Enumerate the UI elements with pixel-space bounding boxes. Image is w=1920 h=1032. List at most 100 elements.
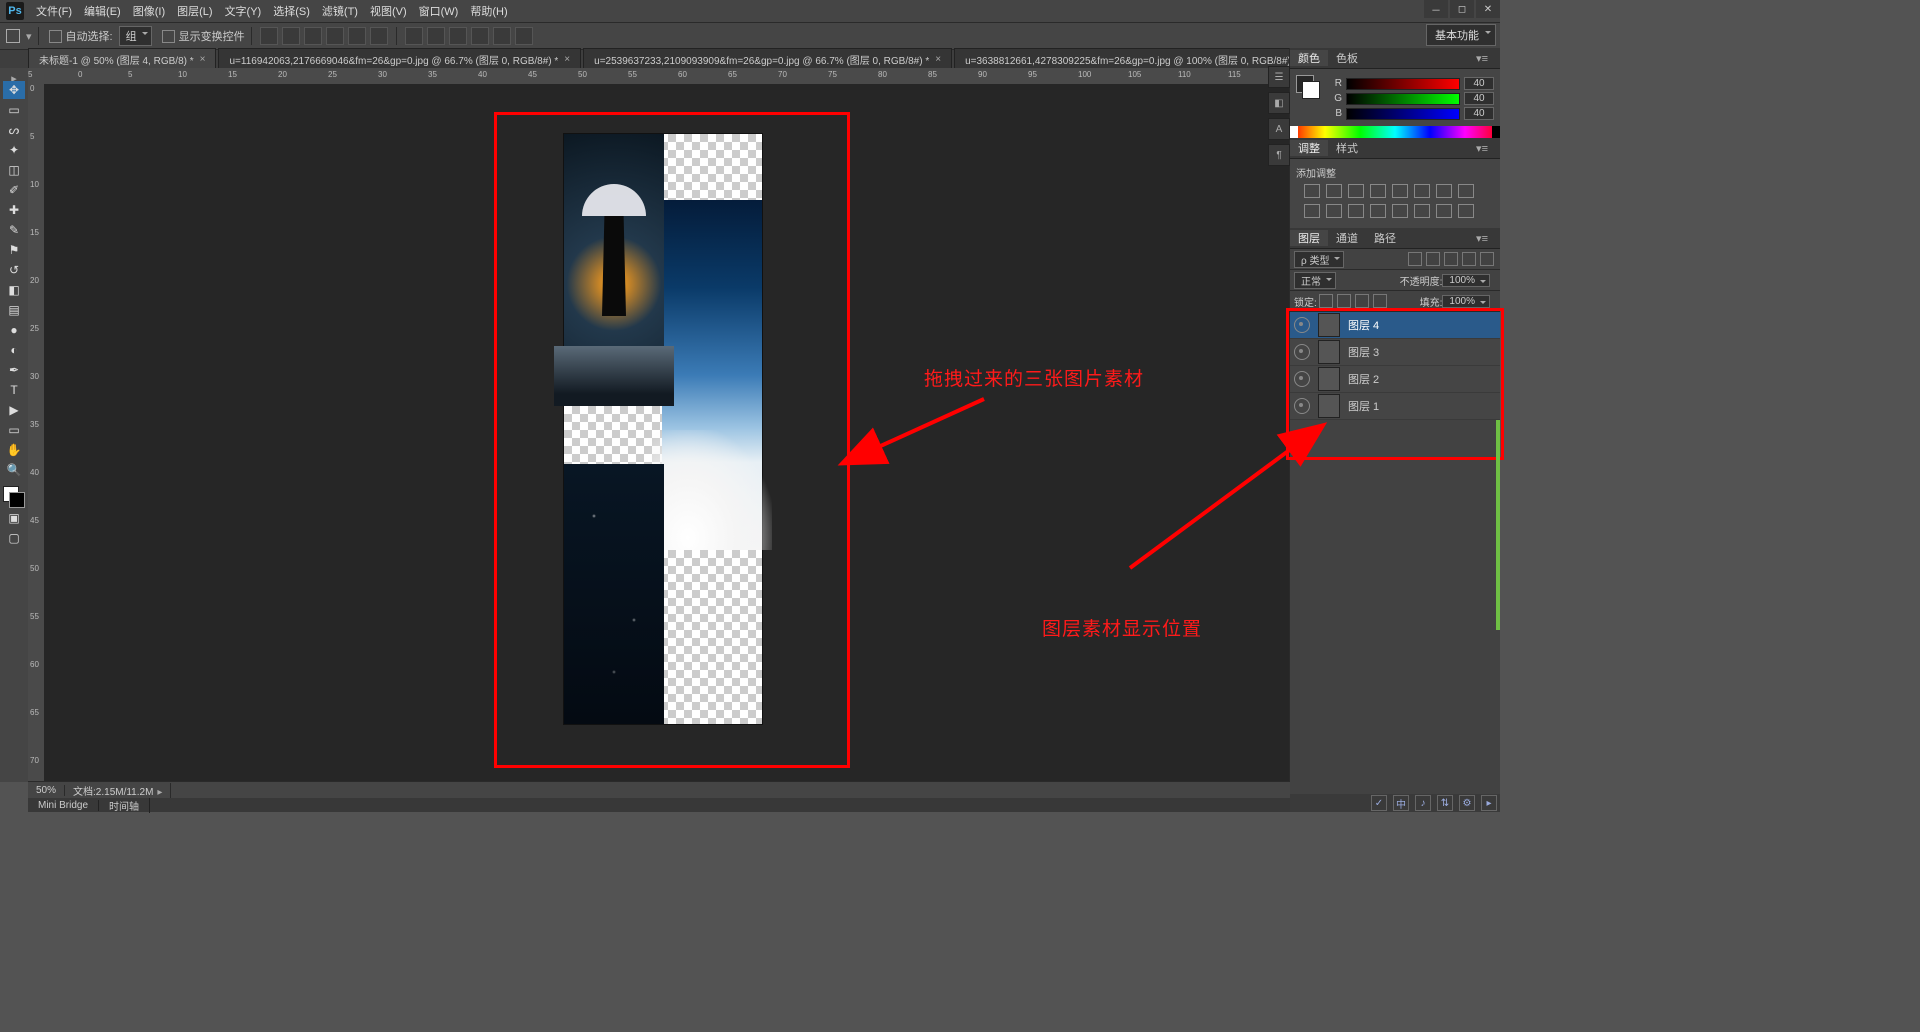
tray-icon[interactable]: ⚙ <box>1459 795 1475 811</box>
menu-edit[interactable]: 编辑(E) <box>78 3 127 19</box>
distribute-icon[interactable] <box>471 27 489 45</box>
adjust-icon[interactable] <box>1414 184 1430 198</box>
dodge-tool-icon[interactable]: ◐ <box>3 341 25 359</box>
align-icon[interactable] <box>304 27 322 45</box>
menu-select[interactable]: 选择(S) <box>267 3 316 19</box>
lock-icon[interactable] <box>1373 294 1387 308</box>
shape-tool-icon[interactable]: ▭ <box>3 421 25 439</box>
b-slider[interactable] <box>1346 108 1460 120</box>
adjust-icon[interactable] <box>1370 184 1386 198</box>
opacity-value[interactable]: 100% <box>1442 274 1490 287</box>
wand-tool-icon[interactable]: ✦ <box>3 141 25 159</box>
tray-icon[interactable]: ⇅ <box>1437 795 1453 811</box>
document-tab[interactable]: u=116942063,2176669046&fm=26&gp=0.jpg @ … <box>218 48 581 70</box>
adjust-icon[interactable] <box>1392 184 1408 198</box>
screenmode-icon[interactable]: ▢ <box>3 529 25 547</box>
stamp-tool-icon[interactable]: ⚑ <box>3 241 25 259</box>
tab-timeline[interactable]: 时间轴 <box>99 798 150 813</box>
close-icon[interactable]: × <box>935 54 941 65</box>
window-minimize-icon[interactable]: － <box>1424 0 1448 18</box>
adjust-icon[interactable] <box>1414 204 1430 218</box>
marquee-tool-icon[interactable]: ▭ <box>3 101 25 119</box>
distribute-icon[interactable] <box>405 27 423 45</box>
menu-image[interactable]: 图像(I) <box>127 3 171 19</box>
adjust-icon[interactable] <box>1326 204 1342 218</box>
b-value[interactable]: 40 <box>1464 107 1494 120</box>
auto-select-dropdown[interactable]: 组 <box>119 26 152 46</box>
paragraph-panel-icon[interactable]: ¶ <box>1268 144 1290 166</box>
document-size[interactable]: 文档:2.15M/11.2M▸ <box>65 783 171 798</box>
tab-swatches[interactable]: 色板 <box>1328 50 1366 66</box>
lasso-tool-icon[interactable]: ᔕ <box>3 121 25 139</box>
adjust-icon[interactable] <box>1304 184 1320 198</box>
blur-tool-icon[interactable]: ● <box>3 321 25 339</box>
auto-select-checkbox[interactable] <box>49 30 62 43</box>
menu-view[interactable]: 视图(V) <box>364 3 413 19</box>
distribute-icon[interactable] <box>449 27 467 45</box>
adjust-icon[interactable] <box>1326 184 1342 198</box>
type-tool-icon[interactable]: T <box>3 381 25 399</box>
canvas-area[interactable]: 拖拽过来的三张图片素材 图层素材显示位置 <box>44 84 1290 782</box>
document-tab[interactable]: u=2539637233,2109093909&fm=26&gp=0.jpg @… <box>583 48 952 70</box>
filter-icon[interactable] <box>1462 252 1476 266</box>
eraser-tool-icon[interactable]: ◧ <box>3 281 25 299</box>
history-panel-icon[interactable]: ☰ <box>1268 66 1290 88</box>
tray-icon[interactable]: 中 <box>1393 795 1409 811</box>
panel-menu-icon[interactable]: ▾≡ <box>1468 142 1496 155</box>
panel-menu-icon[interactable]: ▾≡ <box>1468 232 1496 245</box>
zoom-level[interactable]: 50% <box>28 785 65 796</box>
lock-icon[interactable] <box>1355 294 1369 308</box>
distribute-icon[interactable] <box>515 27 533 45</box>
menu-type[interactable]: 文字(Y) <box>219 3 268 19</box>
tab-adjust[interactable]: 调整 <box>1290 140 1328 156</box>
tab-styles[interactable]: 样式 <box>1328 140 1366 156</box>
menu-file[interactable]: 文件(F) <box>30 3 78 19</box>
move-tool-icon[interactable]: ✥ <box>3 81 25 99</box>
distribute-icon[interactable] <box>493 27 511 45</box>
filter-icon[interactable] <box>1480 252 1494 266</box>
g-value[interactable]: 40 <box>1464 92 1494 105</box>
close-icon[interactable]: × <box>564 54 570 65</box>
adjust-icon[interactable] <box>1304 204 1320 218</box>
vertical-ruler[interactable]: 0510152025303540455055606570 <box>28 84 45 782</box>
tab-channels[interactable]: 通道 <box>1328 230 1366 246</box>
r-slider[interactable] <box>1346 78 1460 90</box>
lock-icon[interactable] <box>1337 294 1351 308</box>
r-value[interactable]: 40 <box>1464 77 1494 90</box>
filter-icon[interactable] <box>1444 252 1458 266</box>
color-swatch[interactable] <box>3 486 25 508</box>
tab-minibridge[interactable]: Mini Bridge <box>28 800 99 811</box>
menu-window[interactable]: 窗口(W) <box>413 3 465 19</box>
align-icon[interactable] <box>326 27 344 45</box>
tray-icon[interactable]: ▸ <box>1481 795 1497 811</box>
pen-tool-icon[interactable]: ✒ <box>3 361 25 379</box>
adjust-icon[interactable] <box>1458 204 1474 218</box>
path-select-tool-icon[interactable]: ▶ <box>3 401 25 419</box>
scrollbar-indicator[interactable] <box>1496 420 1500 630</box>
filter-icon[interactable] <box>1408 252 1422 266</box>
lock-icon[interactable] <box>1319 294 1333 308</box>
tab-color[interactable]: 颜色 <box>1290 50 1328 66</box>
g-slider[interactable] <box>1346 93 1460 105</box>
menu-filter[interactable]: 滤镜(T) <box>316 3 364 19</box>
adjust-icon[interactable] <box>1370 204 1386 218</box>
window-close-icon[interactable]: ✕ <box>1476 0 1500 18</box>
move-tool-icon[interactable] <box>6 29 20 43</box>
hue-ramp[interactable] <box>1290 126 1500 138</box>
filter-icon[interactable] <box>1426 252 1440 266</box>
properties-panel-icon[interactable]: ◧ <box>1268 92 1290 114</box>
layer-filter-kind[interactable]: ρ 类型 <box>1294 251 1344 268</box>
align-icon[interactable] <box>282 27 300 45</box>
adjust-icon[interactable] <box>1348 204 1364 218</box>
quickmask-icon[interactable]: ▣ <box>3 509 25 527</box>
workspace-switcher[interactable]: 基本功能 <box>1426 24 1496 46</box>
align-icon[interactable] <box>260 27 278 45</box>
distribute-icon[interactable] <box>427 27 445 45</box>
blend-mode-dropdown[interactable]: 正常 <box>1294 272 1336 289</box>
history-brush-tool-icon[interactable]: ↺ <box>3 261 25 279</box>
adjust-icon[interactable] <box>1436 204 1452 218</box>
window-maximize-icon[interactable]: ◻ <box>1450 0 1474 18</box>
crop-tool-icon[interactable]: ◫ <box>3 161 25 179</box>
horizontal-ruler[interactable]: 5051015202530354045505560657075808590951… <box>28 68 1290 85</box>
tray-icon[interactable]: ✓ <box>1371 795 1387 811</box>
